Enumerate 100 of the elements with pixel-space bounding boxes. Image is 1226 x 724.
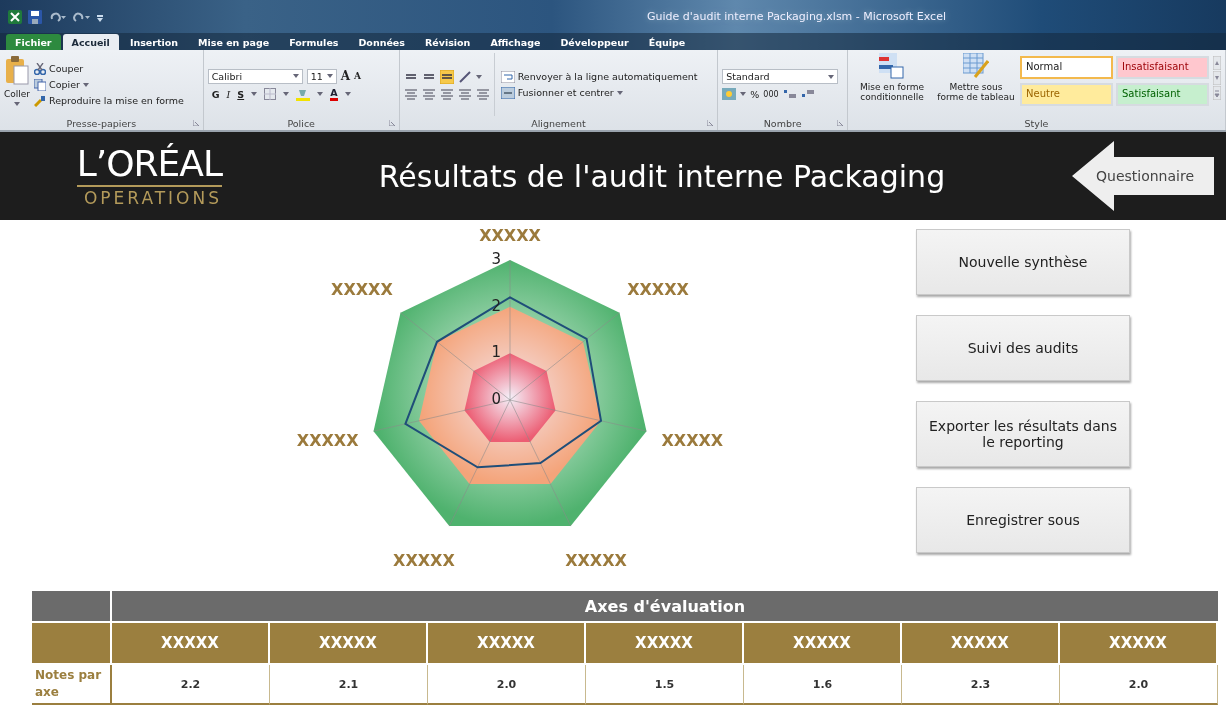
column-header: XXXXX xyxy=(428,623,586,663)
ribbon-tab[interactable]: Affichage xyxy=(481,34,550,50)
group-label: Presse-papiers xyxy=(66,117,137,129)
align-middle-icon[interactable] xyxy=(439,69,454,84)
ribbon-tab[interactable]: Insertion xyxy=(120,34,188,50)
dialog-launcher-icon[interactable] xyxy=(837,120,843,126)
undo-icon[interactable] xyxy=(48,10,66,23)
axis-label: XXXXX xyxy=(661,430,724,450)
clipboard-icon xyxy=(5,56,29,86)
group-label: Police xyxy=(287,117,315,129)
window-title: Guide d'audit interne Packaging.xlsm - Microsoft Excel xyxy=(646,10,946,23)
group-label: Style xyxy=(1024,117,1049,129)
ribbon-tab[interactable]: Formules xyxy=(280,34,348,50)
increase-decimal-icon[interactable] xyxy=(782,88,797,100)
ribbon-tab[interactable]: Mise en page xyxy=(189,34,279,50)
action-button[interactable]: Nouvelle synthèse xyxy=(916,229,1130,295)
cell-style-option[interactable]: Satisfaisant xyxy=(1116,83,1209,106)
scroll-down-icon[interactable] xyxy=(1213,71,1221,85)
ribbon-tab[interactable]: Développeur xyxy=(551,34,638,50)
dialog-launcher-icon[interactable] xyxy=(707,120,714,126)
caret-icon[interactable] xyxy=(292,74,299,78)
action-button[interactable]: Suivi des audits xyxy=(916,315,1130,381)
table-cell: 2.2 xyxy=(112,665,270,705)
column-header: XXXXX xyxy=(586,623,744,663)
ribbon-tab[interactable]: Révision xyxy=(415,34,480,50)
dialog-launcher-icon[interactable] xyxy=(388,120,395,126)
conditional-format-button[interactable]: Mise en forme conditionnelle xyxy=(852,53,932,102)
format-painter-button[interactable]: Reproduire la mise en forme xyxy=(34,94,184,107)
paste-button[interactable]: Coller xyxy=(4,53,31,116)
table-style-icon xyxy=(963,53,989,79)
table-header: Axes d'évaluation xyxy=(112,591,1218,623)
caret-icon[interactable] xyxy=(740,92,747,96)
caret-icon[interactable] xyxy=(82,82,89,87)
table-cell: 1.5 xyxy=(586,665,744,705)
shrink-font-button[interactable]: A xyxy=(354,71,361,81)
conditional-format-icon xyxy=(879,53,905,79)
italic-button[interactable]: I xyxy=(226,88,231,100)
caret-icon[interactable] xyxy=(828,74,835,79)
thousands-button[interactable]: 000 xyxy=(763,89,779,99)
brand-logo: L’ORÉAL xyxy=(76,144,222,187)
caret-icon[interactable] xyxy=(475,74,482,79)
table-cell: 2.0 xyxy=(1060,665,1218,705)
caret-icon[interactable] xyxy=(344,92,351,96)
cell-style-option[interactable]: Normal xyxy=(1020,56,1113,79)
back-arrow-button[interactable]: Questionnaire xyxy=(1072,141,1214,211)
group-label: Alignement xyxy=(531,117,586,129)
wrap-icon xyxy=(500,70,515,83)
table-cell: 2.3 xyxy=(902,665,1060,705)
copy-button[interactable]: Copier xyxy=(34,78,184,91)
font-size-field[interactable]: 11 xyxy=(306,68,337,84)
page-title: Résultats de l'audit interne Packaging xyxy=(377,158,947,194)
action-button[interactable]: Enregistrer sous xyxy=(916,487,1130,553)
caret-icon[interactable] xyxy=(251,92,258,96)
tick-label: 0 xyxy=(491,390,501,408)
scroll-up-icon[interactable] xyxy=(1213,56,1221,70)
ribbon-tab[interactable]: Fichier xyxy=(6,34,61,50)
action-button[interactable]: Exporter les résultats dans le reporting xyxy=(916,401,1130,467)
caret-icon[interactable] xyxy=(326,74,333,78)
grow-font-button[interactable]: A xyxy=(340,69,351,83)
decrease-decimal-icon[interactable] xyxy=(800,88,815,100)
merge-button[interactable]: Fusionner et centrer xyxy=(500,86,698,99)
percent-button[interactable]: % xyxy=(750,88,760,100)
orientation-icon[interactable] xyxy=(457,69,472,84)
column-header: XXXXX xyxy=(1060,623,1218,663)
caret-icon[interactable] xyxy=(317,92,324,96)
cell-style-option[interactable]: Insatisfaisant xyxy=(1116,56,1209,79)
borders-icon[interactable] xyxy=(264,88,277,100)
dialog-launcher-icon[interactable] xyxy=(192,120,199,126)
more-icon[interactable] xyxy=(1213,86,1221,100)
column-header: XXXXX xyxy=(902,623,1060,663)
bold-button[interactable]: G xyxy=(211,88,220,100)
align-icon[interactable] xyxy=(421,87,436,100)
font-name-field[interactable]: Calibri xyxy=(207,68,303,84)
underline-button[interactable]: S xyxy=(237,88,245,100)
align-icon[interactable] xyxy=(403,87,418,100)
ribbon-tab[interactable]: Données xyxy=(349,34,414,50)
excel-icon xyxy=(8,9,22,24)
column-header: XXXXX xyxy=(744,623,902,663)
column-header: XXXXX xyxy=(112,623,270,663)
caret-icon[interactable] xyxy=(616,90,623,95)
axis-label: XXXXX xyxy=(296,430,359,450)
axis-label: XXXXX xyxy=(479,226,541,245)
ribbon-tab[interactable]: Accueil xyxy=(62,34,119,50)
format-as-table-button[interactable]: Mettre sous forme de tableau xyxy=(936,53,1016,102)
redo-icon[interactable] xyxy=(72,10,90,23)
save-icon[interactable] xyxy=(28,9,42,24)
fill-color-icon[interactable] xyxy=(296,87,311,101)
group-label: Nombre xyxy=(763,117,802,129)
cut-button[interactable]: Couper xyxy=(34,62,184,75)
tick-label: 1 xyxy=(491,343,501,362)
caret-icon[interactable] xyxy=(14,102,20,106)
division-label: OPERATIONS xyxy=(83,187,222,208)
caret-icon[interactable] xyxy=(283,92,290,96)
number-format-field[interactable]: Standard xyxy=(722,69,839,84)
copy-icon xyxy=(34,78,47,91)
ribbon-tab[interactable]: Équipe xyxy=(639,34,695,50)
wrap-text-button[interactable]: Renvoyer à la ligne automatiquement xyxy=(500,70,698,83)
table-cell: 2.1 xyxy=(270,665,428,705)
font-color-button[interactable]: A xyxy=(330,87,338,101)
cell-style-option[interactable]: Neutre xyxy=(1020,83,1113,106)
